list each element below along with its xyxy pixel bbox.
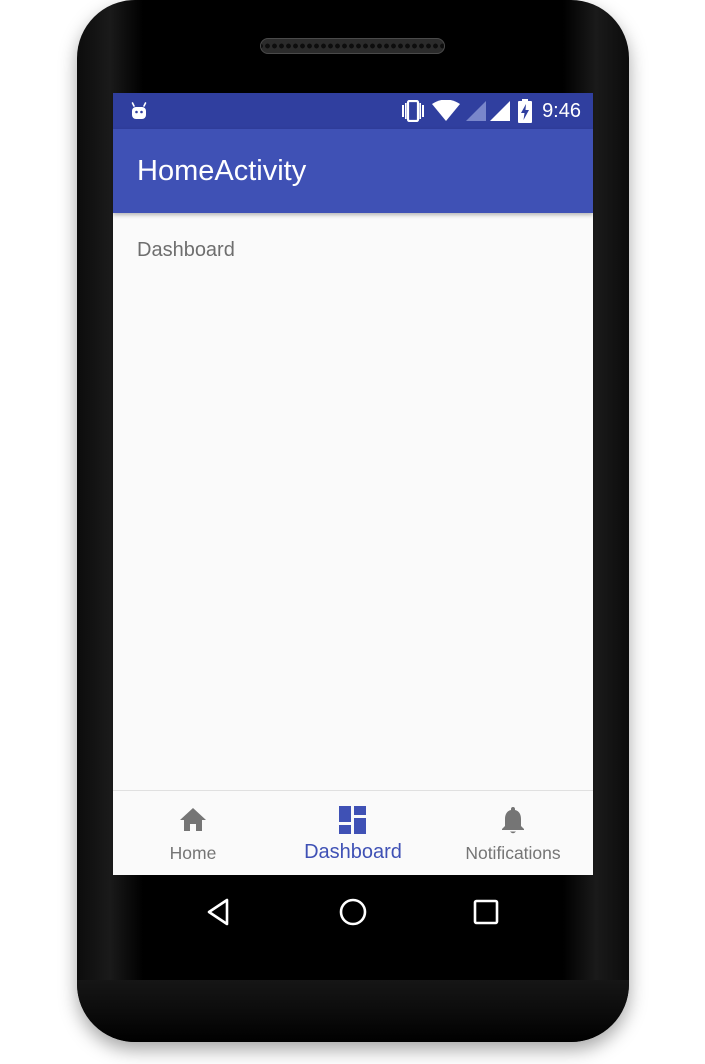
dashboard-icon <box>339 806 366 834</box>
nav-item-home[interactable]: Home <box>113 791 273 875</box>
status-bar: 9:46 <box>113 93 593 129</box>
android-debug-icon <box>131 102 147 119</box>
system-navigation-bar <box>113 875 593 947</box>
home-circle-icon[interactable] <box>338 897 368 927</box>
wifi-icon <box>432 100 461 121</box>
speaker-grille <box>260 38 445 54</box>
recents-icon[interactable] <box>471 897 501 927</box>
battery-charging-icon <box>518 99 533 123</box>
cell-signal-icon <box>466 101 511 121</box>
phone-chin <box>77 980 629 1042</box>
nav-label-notifications: Notifications <box>465 843 561 863</box>
app-bar: HomeActivity <box>113 129 593 213</box>
device-screen: 9:46 HomeActivity Dashboard Home Dashboa… <box>113 93 593 875</box>
nav-label-dashboard: Dashboard <box>304 841 402 863</box>
bell-icon <box>502 807 524 834</box>
app-title: HomeActivity <box>137 155 307 187</box>
nav-item-notifications[interactable]: Notifications <box>433 791 593 875</box>
status-time: 9:46 <box>542 99 581 122</box>
content-text: Dashboard <box>137 239 235 261</box>
bottom-navigation: Home Dashboard Notifications <box>113 790 593 875</box>
nav-label-home: Home <box>169 843 217 863</box>
nav-item-dashboard[interactable]: Dashboard <box>273 791 433 875</box>
back-icon[interactable] <box>205 897 235 927</box>
home-icon <box>180 808 206 831</box>
vibrate-icon <box>402 100 425 122</box>
status-icons: 9:46 <box>394 93 581 129</box>
